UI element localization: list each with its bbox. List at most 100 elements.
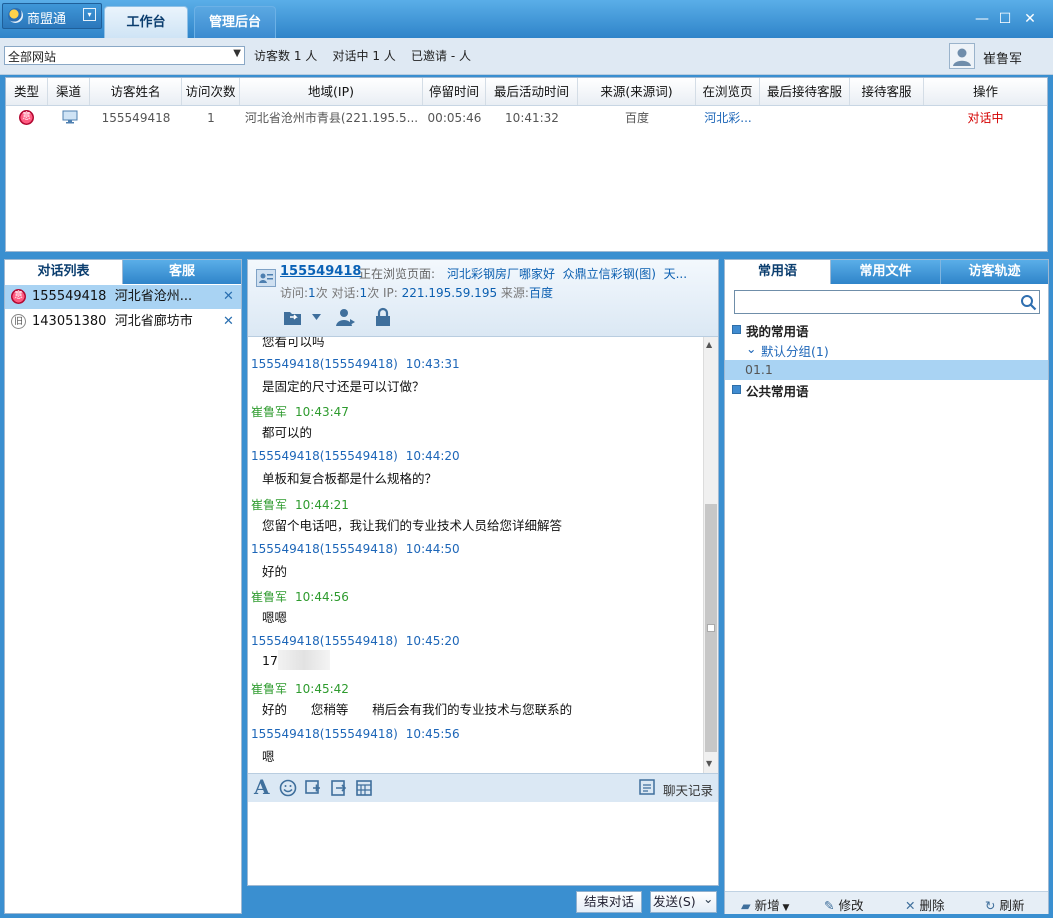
default-group[interactable]: 默认分组(1): [761, 341, 829, 360]
chevron-down-icon[interactable]: ⌄: [703, 889, 713, 909]
conversation-item[interactable]: 旧 143051380 河北省廊坊市 ✕: [5, 310, 241, 334]
visit-unit: 次 对话:: [315, 286, 360, 300]
chat-history-icon[interactable]: [639, 779, 655, 795]
message-sender: 崔鲁军: [251, 590, 288, 604]
message-text: 嗯: [262, 749, 275, 764]
chevron-down-icon[interactable]: ▾: [83, 8, 96, 21]
redacted-phone: [278, 650, 330, 670]
column-header[interactable]: 渠道: [48, 78, 90, 105]
chat-scrollbar[interactable]: ▲ ▼: [703, 337, 718, 773]
message-time: 10:44:21: [295, 498, 349, 512]
close-icon[interactable]: ✕: [223, 310, 234, 334]
last-active-cell: 10:41:32: [505, 111, 559, 125]
end-chat-button[interactable]: 结束对话: [576, 891, 642, 913]
input-toolbar: A 聊天记录: [248, 773, 718, 803]
add-button[interactable]: ▰ 新增 ▼: [741, 895, 789, 914]
scroll-down-icon[interactable]: ▼: [706, 759, 712, 768]
visitor-stats: 访客数 1 人 对话中 1 人 已邀请 - 人: [254, 49, 472, 63]
phrase-item[interactable]: 01.1: [725, 360, 1048, 380]
chat-panel: 155549418 正在浏览页面: 河北彩钢房厂哪家好 众鼎立信彩钢(图) 天.…: [247, 259, 719, 886]
action-status-link[interactable]: 对话中: [924, 107, 1047, 129]
send-file-icon[interactable]: [330, 779, 348, 797]
message-sender: 崔鲁军: [251, 498, 288, 512]
refresh-button[interactable]: ↻ 刷新: [985, 895, 1024, 914]
user-icon: [953, 48, 971, 66]
scroll-up-icon[interactable]: ▲: [706, 340, 712, 349]
pencil-icon: ✎: [824, 898, 835, 913]
transfer-folder-icon[interactable]: [282, 307, 304, 327]
tab-common-files[interactable]: 常用文件: [831, 260, 941, 284]
public-phrases-group[interactable]: 公共常用语: [746, 381, 809, 400]
column-header[interactable]: 地域(IP): [240, 78, 423, 105]
column-header[interactable]: 访客姓名: [90, 78, 182, 105]
user-avatar[interactable]: [949, 43, 975, 69]
chevron-down-icon[interactable]: ▼: [233, 48, 241, 59]
chevron-down-icon[interactable]: ⌄: [746, 341, 756, 356]
column-header[interactable]: 来源(来源词): [578, 78, 696, 105]
browsing-page-link[interactable]: 河北彩钢房厂哪家好 众鼎立信彩钢(图) 天...: [447, 265, 687, 282]
message-time: 10:44:20: [405, 449, 460, 463]
message-time: 10:45:20: [405, 634, 460, 648]
emoji-icon[interactable]: [279, 779, 297, 797]
column-header[interactable]: 停留时间: [423, 78, 486, 105]
lock-icon[interactable]: [372, 307, 394, 327]
refresh-label: 刷新: [999, 898, 1025, 913]
close-icon[interactable]: ✕: [1021, 10, 1039, 28]
chat-header: 155549418 正在浏览页面: 河北彩钢房厂哪家好 众鼎立信彩钢(图) 天.…: [248, 260, 718, 337]
delete-icon: ✕: [905, 898, 916, 913]
maximize-icon[interactable]: ☐: [996, 10, 1014, 28]
search-icon[interactable]: [1020, 294, 1037, 311]
tab-workbench[interactable]: 工作台: [104, 6, 188, 38]
phrase-search-input[interactable]: [734, 290, 1040, 314]
chevron-down-icon[interactable]: [312, 314, 321, 320]
calculator-icon[interactable]: [355, 779, 373, 797]
agent-cell: [850, 107, 924, 129]
message-sender: 155549418(155549418): [251, 727, 398, 741]
send-button[interactable]: 发送(S) ⌄: [650, 891, 717, 913]
font-icon[interactable]: A: [254, 775, 272, 799]
tab-admin[interactable]: 管理后台: [194, 6, 276, 38]
scroll-thumb[interactable]: [705, 504, 717, 752]
message-header: 155549418(155549418) 10:45:20: [251, 634, 460, 648]
minimize-icon[interactable]: —: [973, 10, 991, 28]
message-text: 都可以的: [262, 425, 313, 440]
chat-visitor-name[interactable]: 155549418: [280, 264, 361, 279]
column-header[interactable]: 最后接待客服: [760, 78, 850, 105]
site-select[interactable]: 全部网站 ▼: [4, 46, 245, 65]
collapse-icon[interactable]: [732, 385, 741, 394]
my-phrases-group[interactable]: 我的常用语: [746, 321, 809, 340]
browsing-page-link[interactable]: 河北彩...: [696, 107, 760, 129]
tab-common-phrases[interactable]: 常用语: [725, 260, 831, 284]
message-header: 崔鲁军 10:44:56: [251, 588, 349, 605]
edit-button[interactable]: ✎ 修改: [824, 895, 863, 914]
conversation-item[interactable]: 意 155549418 河北省沧州... ✕: [5, 285, 241, 309]
edit-label: 修改: [838, 898, 864, 913]
tab-conversation-list[interactable]: 对话列表: [5, 260, 123, 284]
visitor-name-cell: 155549418: [101, 111, 171, 125]
add-icon: ▰: [741, 898, 751, 913]
delete-button[interactable]: ✕ 删除: [905, 895, 944, 914]
screenshot-icon[interactable]: [304, 779, 322, 797]
tab-staff[interactable]: 客服: [123, 260, 241, 284]
message-header: 崔鲁军 10:45:42: [251, 680, 349, 697]
column-header[interactable]: 操作: [924, 78, 1047, 105]
conversation-label: 143051380 河北省廊坊市: [32, 314, 193, 329]
close-icon[interactable]: ✕: [223, 285, 234, 309]
tab-visitor-track[interactable]: 访客轨迹: [941, 260, 1048, 284]
column-header[interactable]: 接待客服: [850, 78, 924, 105]
add-label: 新增: [754, 898, 780, 913]
message-text: 单板和复合板都是什么规格的？: [262, 471, 438, 486]
intent-badge-icon: 意: [19, 110, 34, 125]
message-input[interactable]: [248, 802, 718, 885]
column-header[interactable]: 类型: [6, 78, 48, 105]
chat-history-link[interactable]: 聊天记录: [663, 780, 713, 799]
message-header: 崔鲁军 10:44:21: [251, 496, 349, 513]
app-menu-button[interactable]: 商盟通 ▾: [2, 3, 102, 29]
column-header[interactable]: 在浏览页: [696, 78, 760, 105]
column-header[interactable]: 访问次数: [182, 78, 240, 105]
collapse-icon[interactable]: [732, 325, 741, 334]
phrase-actions: ▰ 新增 ▼ ✎ 修改 ✕ 删除 ↻ 刷新: [725, 891, 1048, 914]
invite-user-icon[interactable]: [335, 307, 357, 327]
column-header[interactable]: 最后活动时间: [486, 78, 578, 105]
conversation-label: 155549418 河北省沧州...: [32, 289, 193, 304]
